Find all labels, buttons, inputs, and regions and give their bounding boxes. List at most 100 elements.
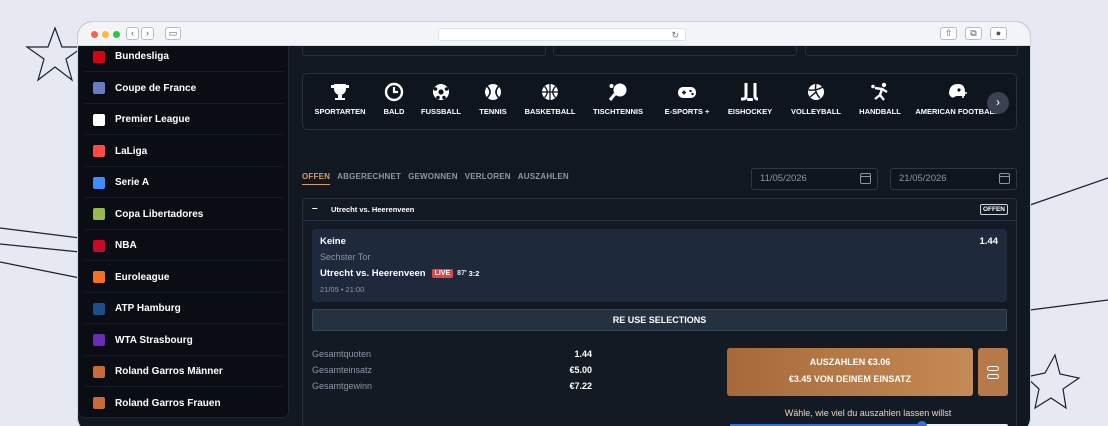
- tab-auszahlen[interactable]: AUSZAHLEN: [518, 172, 569, 185]
- toggle-icon: [987, 374, 999, 379]
- nba-icon: [93, 239, 105, 252]
- tab-gewonnen[interactable]: GEWONNEN: [408, 172, 458, 185]
- sidebar-item[interactable]: Roland Garros Frauen: [85, 389, 283, 419]
- summary-row: Gesamtgewinn €7.22: [312, 381, 592, 397]
- roland-garros-icon: [93, 397, 105, 409]
- minimize-window-button[interactable]: [102, 31, 109, 38]
- trophy-icon: [331, 84, 349, 100]
- serie-a-icon: [93, 176, 105, 189]
- bet-header[interactable]: – Utrecht vs. Heerenveen OFFEN: [303, 199, 1016, 221]
- star-outline-left: [25, 26, 85, 82]
- laliga-icon: [93, 145, 105, 157]
- bundesliga-icon: [93, 50, 105, 63]
- sport-label: BALD: [383, 107, 405, 116]
- sidebar-item[interactable]: Copa Libertadores: [85, 200, 283, 230]
- sidebar-item[interactable]: Euroleague: [85, 263, 283, 293]
- cashout-detail: €3.45 VON DEINEM EINSATZ: [788, 374, 912, 384]
- sidebar-item[interactable]: ATP Hamburg: [85, 294, 283, 324]
- sidebar-item[interactable]: Premier League: [85, 105, 283, 135]
- tabs-icon[interactable]: ⧉: [965, 27, 982, 40]
- decor-line: [0, 227, 81, 239]
- bet-summary: Gesamtquoten 1.44 Gesamteinsatz €5.00 Gesamt…: [312, 349, 592, 397]
- sidebar-item[interactable]: Roland Garros Männer: [85, 357, 283, 387]
- summary-value: 1.44: [574, 349, 592, 359]
- star-outline-right: [1024, 353, 1081, 410]
- gamepad-icon: [678, 87, 696, 98]
- sidebar-item[interactable]: WTA Strasbourg: [85, 326, 283, 356]
- sidebar-item-label: Bundesliga: [115, 51, 169, 62]
- reuse-selections-button[interactable]: RE USE SELECTIONS: [312, 309, 1007, 331]
- toggle-icon: [987, 366, 999, 371]
- euroleague-icon: [93, 271, 105, 283]
- forward-arrow-icon[interactable]: ›: [141, 27, 154, 40]
- selection-match-row: Utrecht vs. Heerenveen LIVE 87' 3:2: [320, 268, 479, 279]
- cashout-slider-label: Wähle, wie viel du auszahlen lassen will…: [784, 408, 952, 418]
- coupe-de-france-icon: [93, 82, 105, 94]
- sport-tab-trophy[interactable]: SPORTARTEN: [300, 74, 380, 131]
- sidebar-item[interactable]: LaLiga: [85, 137, 283, 167]
- main-content: AMERICAN FOOTBALL HANDBALL VOLLEYBALL EISHO…: [302, 46, 1018, 426]
- sport-label: VOLLEYBALL: [791, 107, 841, 116]
- cashout-amount: AUSZAHLEN €3.06: [809, 357, 891, 367]
- summary-row: Gesamteinsatz €5.00: [312, 365, 592, 381]
- sidebar-item-label: Coupe de France: [115, 82, 197, 94]
- sidebar-item[interactable]: Bundesliga: [85, 42, 283, 72]
- sport-label: EISHOCKEY: [727, 107, 773, 116]
- sidebar-item-label: Serie A: [115, 177, 150, 188]
- cashout-settings-button[interactable]: [978, 348, 1008, 396]
- tennis-ball-icon: [485, 84, 501, 100]
- summary-value: €7.22: [569, 381, 592, 391]
- top-filter-strip: [805, 46, 1018, 56]
- bet-status-tabs: OFFEN ABGERECHNET GEWONNEN VERLOREN AUSZAHLE…: [302, 172, 569, 185]
- sidebar-toggle-icon[interactable]: ▭: [165, 27, 181, 40]
- sidebar-item-label: ATP Hamburg: [115, 303, 181, 314]
- handball-icon: [871, 82, 888, 101]
- cashout-slider-handle[interactable]: [916, 421, 927, 426]
- summary-row: Gesamtquoten 1.44: [312, 349, 592, 365]
- volleyball-icon: [808, 83, 824, 100]
- selection-pick: Keine: [320, 236, 346, 247]
- sidebar-item[interactable]: NBA: [85, 231, 283, 261]
- league-sidebar: Bundesliga Coupe de France Premier League L…: [78, 46, 289, 419]
- maximize-window-button[interactable]: [113, 31, 120, 38]
- download-icon[interactable]: ●: [990, 27, 1007, 40]
- tab-verloren[interactable]: VERLOREN: [465, 172, 511, 185]
- decor-line: [0, 243, 81, 253]
- sports-nav: AMERICAN FOOTBALL HANDBALL VOLLEYBALL EISHO…: [302, 73, 1017, 130]
- date-to-value: 21/05/2026: [899, 173, 947, 184]
- scroll-right-button[interactable]: ›: [987, 92, 1009, 114]
- address-bar[interactable]: ↻: [438, 28, 686, 41]
- cashout-button[interactable]: AUSZAHLEN €3.06 €3.45 VON DEINEM EINSATZ: [727, 348, 973, 396]
- selection-odds: 1.44: [979, 236, 999, 247]
- share-icon[interactable]: ⇧: [940, 27, 957, 40]
- sport-tab-football-helmet[interactable]: AMERICAN FOOTBALL: [915, 74, 999, 131]
- tab-abgerechnet[interactable]: ABGERECHNET: [337, 172, 401, 185]
- date-to-field[interactable]: 21/05/2026: [890, 168, 1017, 190]
- roland-garros-icon: [93, 365, 105, 378]
- atp-icon: [93, 302, 105, 315]
- summary-label: Gesamtgewinn: [312, 381, 373, 391]
- top-filter-strip: [553, 46, 797, 56]
- sport-label: TENNIS: [479, 107, 507, 116]
- football-helmet-icon: [949, 84, 967, 98]
- reload-icon[interactable]: ↻: [671, 29, 679, 41]
- decor-line: [1029, 177, 1108, 206]
- close-window-button[interactable]: [91, 31, 98, 38]
- back-arrow-icon[interactable]: ‹: [126, 27, 139, 40]
- live-badge: LIVE: [431, 269, 454, 278]
- calendar-icon[interactable]: [999, 173, 1010, 184]
- hockey-icon: [741, 83, 759, 101]
- sidebar-item-label: LaLiga: [115, 145, 148, 157]
- tab-offen[interactable]: OFFEN: [302, 172, 331, 185]
- clock-icon: [384, 82, 404, 102]
- sport-tab-ping-pong[interactable]: TISCHTENNIS: [578, 74, 658, 131]
- calendar-icon[interactable]: [860, 173, 871, 184]
- date-from-field[interactable]: 11/05/2026: [751, 168, 878, 190]
- collapse-icon[interactable]: –: [312, 203, 318, 214]
- sidebar-item-label: Euroleague: [115, 271, 170, 283]
- sidebar-item[interactable]: Serie A: [85, 168, 283, 198]
- sport-tab-gamepad[interactable]: E-SPORTS +: [647, 74, 727, 131]
- premier-league-icon: [93, 113, 105, 126]
- sidebar-item[interactable]: Coupe de France: [85, 74, 283, 104]
- status-badge: OFFEN: [979, 204, 1008, 215]
